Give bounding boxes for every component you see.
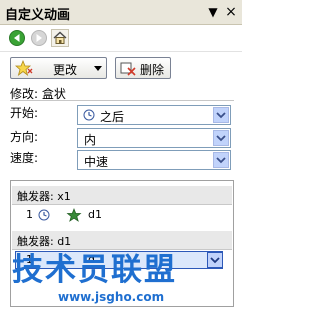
chevron-down-icon: [216, 157, 226, 164]
list-item-name: d1: [88, 208, 102, 221]
back-icon: [9, 30, 25, 46]
list-item[interactable]: 1 d1: [12, 206, 232, 224]
selected-item-highlight: [15, 251, 223, 269]
speed-label: 速度:: [10, 151, 39, 165]
task-pane-titlebar: 自定义动画 ▼ ×: [0, 0, 242, 25]
caption-divider: [10, 100, 234, 101]
trigger-header-2-label: 触发器: d1: [17, 235, 72, 248]
back-button[interactable]: [8, 29, 26, 47]
clock-icon: [38, 209, 50, 221]
home-button[interactable]: [51, 29, 69, 47]
clock-icon: [83, 109, 95, 121]
delete-label: 删除: [140, 63, 165, 77]
start-dropdown-button[interactable]: [213, 107, 229, 123]
list-item-number: 1: [26, 253, 33, 266]
start-select[interactable]: 之后: [77, 105, 231, 125]
forward-icon: [31, 30, 47, 46]
start-label: 开始:: [10, 106, 39, 120]
pane-menu-button[interactable]: ▼: [206, 5, 220, 19]
delete-effect-button[interactable]: 删除: [115, 57, 171, 79]
pane-close-button[interactable]: ×: [224, 5, 238, 19]
star-change-icon: [15, 60, 33, 76]
change-label: 更改: [53, 63, 78, 77]
chevron-down-icon: [216, 135, 226, 142]
speed-dropdown-button[interactable]: [213, 152, 229, 168]
direction-label: 方向:: [10, 130, 39, 144]
task-pane-navbar: [0, 25, 242, 52]
trigger-header-2[interactable]: 触发器: d1: [12, 231, 232, 250]
direction-value: 内: [84, 133, 97, 147]
home-icon: [53, 31, 67, 44]
delete-icon: [120, 62, 136, 76]
list-item-name: d: [88, 253, 95, 266]
start-value: 之后: [100, 110, 125, 124]
direction-dropdown-button[interactable]: [213, 130, 229, 146]
list-item-number: 1: [26, 208, 33, 221]
dropdown-arrow-icon: [94, 66, 102, 71]
list-item[interactable]: 1 d: [12, 250, 232, 270]
forward-button[interactable]: [30, 29, 48, 47]
speed-value: 中速: [84, 155, 109, 169]
task-pane-title: 自定义动画: [5, 8, 71, 23]
chevron-down-icon: [210, 257, 220, 264]
direction-select[interactable]: 内: [77, 128, 231, 148]
trigger-header-1[interactable]: 触发器: x1: [12, 186, 232, 205]
speed-select[interactable]: 中速: [77, 150, 231, 170]
item-dropdown-button[interactable]: [207, 252, 223, 268]
change-effect-button[interactable]: 更改: [10, 57, 107, 79]
chevron-down-icon: [216, 112, 226, 119]
star-effect-icon: [66, 208, 82, 222]
trigger-header-1-label: 触发器: x1: [17, 190, 71, 203]
animation-list[interactable]: 触发器: x1 1 d1 触发器: d1 1 d: [10, 180, 234, 307]
